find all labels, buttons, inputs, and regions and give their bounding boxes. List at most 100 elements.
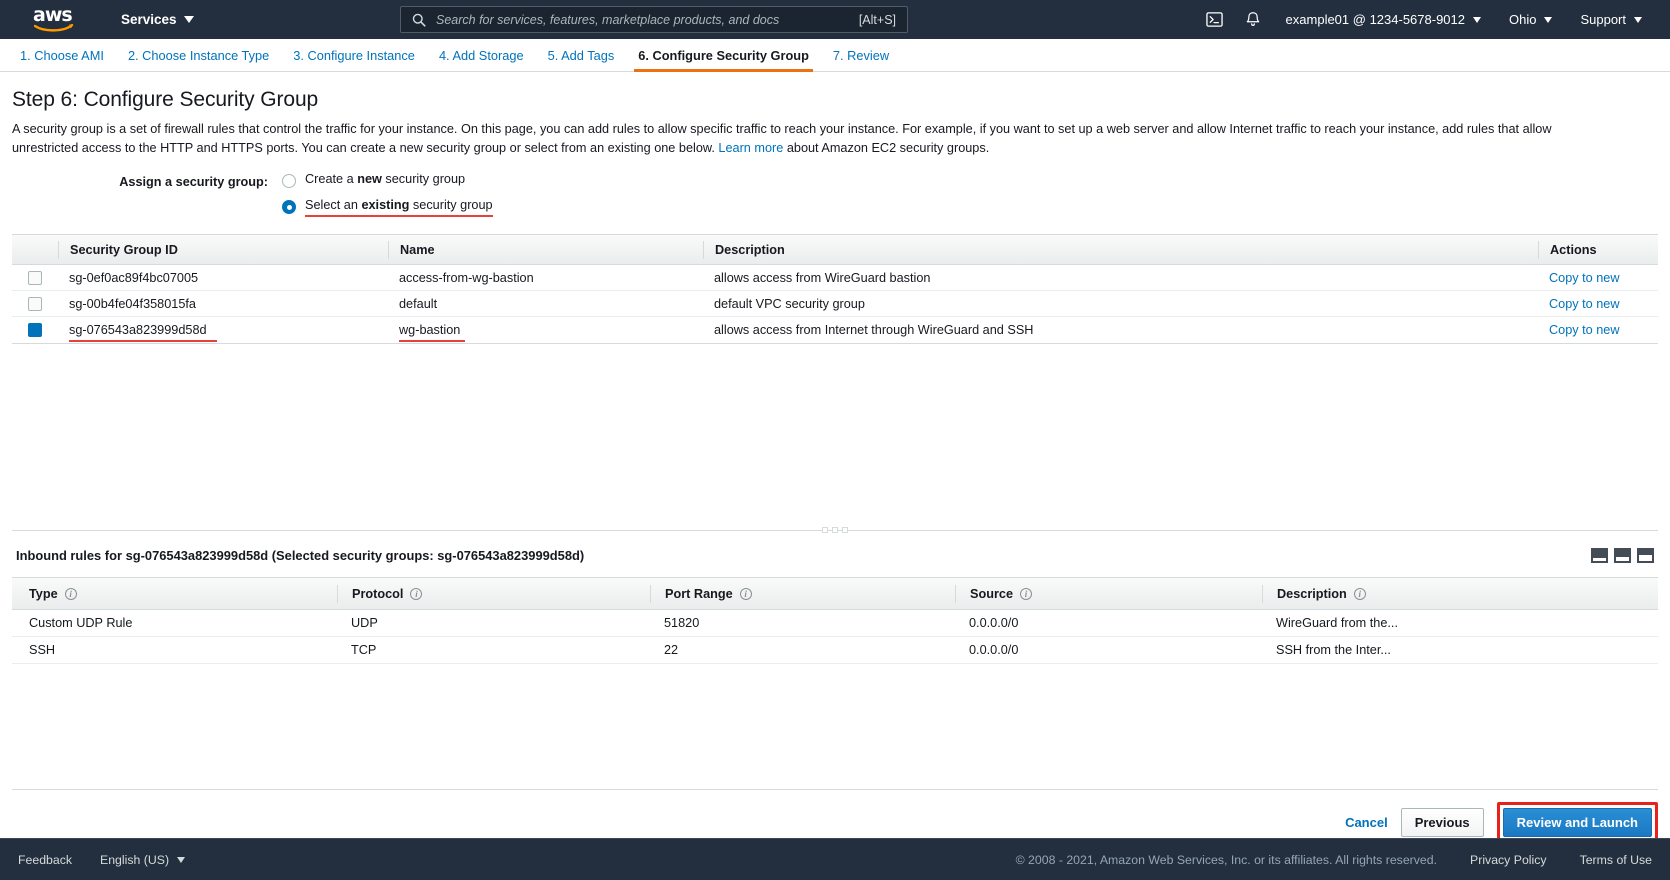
global-search[interactable]: [Alt+S] bbox=[400, 6, 908, 33]
cell-rule-source: 0.0.0.0/0 bbox=[955, 616, 1262, 630]
terminal-icon bbox=[1206, 11, 1223, 28]
layout-toggle-group bbox=[1591, 548, 1654, 563]
layout-split-icon[interactable] bbox=[1614, 548, 1631, 563]
step-tab-1[interactable]: 1. Choose AMI bbox=[8, 39, 116, 72]
radio-label-suffix: security group bbox=[409, 198, 492, 212]
row-checkbox-cell bbox=[12, 271, 58, 285]
feedback-link[interactable]: Feedback bbox=[18, 853, 72, 867]
inbound-rule-row: SSH TCP 22 0.0.0.0/0 SSH from the Inter.… bbox=[12, 637, 1658, 664]
annotation-highlight-box: Review and Launch bbox=[1497, 802, 1658, 843]
annotation-underline bbox=[69, 340, 217, 342]
previous-button[interactable]: Previous bbox=[1401, 808, 1484, 837]
step-tab-label: 2. Choose Instance Type bbox=[128, 48, 269, 63]
cell-security-group-id-text: sg-076543a823999d58d bbox=[69, 323, 207, 337]
step-tab-label: 3. Configure Instance bbox=[293, 48, 415, 63]
chevron-down-icon bbox=[1544, 17, 1552, 23]
column-header-rule-description-label: Description bbox=[1277, 587, 1347, 601]
cloudshell-button[interactable] bbox=[1196, 0, 1234, 39]
radio-create-new-security-group[interactable]: Create a new security group bbox=[282, 172, 493, 188]
cancel-button[interactable]: Cancel bbox=[1345, 815, 1388, 830]
radio-create-new-label: Create a new security group bbox=[305, 172, 465, 186]
layout-bottom-icon[interactable] bbox=[1591, 548, 1608, 563]
region-menu[interactable]: Ohio bbox=[1495, 0, 1566, 39]
radio-select-existing-security-group[interactable]: Select an existing security group bbox=[282, 198, 493, 214]
cell-rule-port-range: 51820 bbox=[650, 616, 955, 630]
radio-label-prefix: Create a bbox=[305, 172, 357, 186]
search-input[interactable] bbox=[436, 13, 859, 27]
chevron-down-icon bbox=[184, 16, 194, 23]
row-checkbox-cell bbox=[12, 323, 58, 337]
radio-label-suffix: security group bbox=[382, 172, 465, 186]
copy-to-new-link[interactable]: Copy to new bbox=[1538, 271, 1658, 285]
step-tab-3[interactable]: 3. Configure Instance bbox=[281, 39, 427, 72]
row-checkbox[interactable] bbox=[28, 271, 42, 285]
radio-label-bold: existing bbox=[361, 198, 409, 212]
page-description: A security group is a set of firewall ru… bbox=[12, 120, 1558, 157]
page-title: Step 6: Configure Security Group bbox=[12, 88, 1658, 112]
column-header-security-group-id[interactable]: Security Group ID bbox=[58, 241, 388, 259]
row-checkbox-cell bbox=[12, 297, 58, 311]
step-tab-5[interactable]: 5. Add Tags bbox=[536, 39, 627, 72]
info-icon[interactable]: i bbox=[1020, 588, 1032, 600]
step-tab-7[interactable]: 7. Review bbox=[821, 39, 901, 72]
layout-top-icon[interactable] bbox=[1637, 548, 1654, 563]
inbound-rules-header: Inbound rules for sg-076543a823999d58d (… bbox=[12, 531, 1658, 577]
row-checkbox[interactable] bbox=[28, 297, 42, 311]
wizard-action-bar: Cancel Previous Review and Launch bbox=[12, 789, 1658, 843]
table-row-selected[interactable]: sg-076543a823999d58d wg-bastion allows a… bbox=[12, 317, 1658, 343]
services-menu[interactable]: Services bbox=[121, 12, 194, 27]
language-selector[interactable]: English (US) bbox=[100, 853, 185, 867]
column-header-source-label: Source bbox=[970, 587, 1013, 601]
account-menu[interactable]: example01 @ 1234-5678-9012 bbox=[1272, 0, 1495, 39]
column-header-port-range: Port Range i bbox=[650, 585, 955, 603]
copy-to-new-link[interactable]: Copy to new bbox=[1538, 297, 1658, 311]
radio-button-unselected-icon[interactable] bbox=[282, 174, 296, 188]
table-row[interactable]: sg-00b4fe04f358015fa default default VPC… bbox=[12, 291, 1658, 317]
cell-rule-type: Custom UDP Rule bbox=[12, 616, 337, 630]
cell-rule-protocol: UDP bbox=[337, 616, 650, 630]
step-tab-label: 6. Configure Security Group bbox=[638, 48, 809, 63]
terms-of-use-link[interactable]: Terms of Use bbox=[1580, 853, 1652, 867]
support-menu[interactable]: Support bbox=[1566, 0, 1656, 39]
review-and-launch-button[interactable]: Review and Launch bbox=[1503, 808, 1652, 837]
account-menu-label: example01 @ 1234-5678-9012 bbox=[1286, 12, 1465, 27]
step-tab-4[interactable]: 4. Add Storage bbox=[427, 39, 536, 72]
info-icon[interactable]: i bbox=[65, 588, 77, 600]
row-checkbox-checked[interactable] bbox=[28, 323, 42, 337]
privacy-policy-link[interactable]: Privacy Policy bbox=[1470, 853, 1547, 867]
notifications-button[interactable] bbox=[1234, 0, 1272, 39]
cell-description: allows access from WireGuard bastion bbox=[703, 271, 1538, 285]
annotation-underline bbox=[305, 215, 493, 217]
column-header-actions: Actions bbox=[1538, 241, 1658, 259]
cell-rule-description: WireGuard from the... bbox=[1262, 616, 1658, 630]
step-tab-label: 1. Choose AMI bbox=[20, 48, 104, 63]
step-tab-2[interactable]: 2. Choose Instance Type bbox=[116, 39, 281, 72]
table-row[interactable]: sg-0ef0ac89f4bc07005 access-from-wg-bast… bbox=[12, 265, 1658, 291]
column-header-source: Sourcei bbox=[955, 585, 1262, 603]
aws-logo[interactable]: aws bbox=[33, 7, 75, 33]
splitter-grip-icon[interactable] bbox=[822, 527, 848, 533]
language-selector-label: English (US) bbox=[100, 853, 169, 867]
info-icon[interactable]: i bbox=[410, 588, 422, 600]
step-tab-6[interactable]: 6. Configure Security Group bbox=[626, 39, 821, 72]
inbound-rules-table-header: Typei Protocoli Port Rangei Sourcei Desc… bbox=[12, 578, 1658, 610]
panel-splitter[interactable] bbox=[12, 530, 1658, 531]
support-menu-label: Support bbox=[1580, 12, 1626, 27]
info-icon[interactable]: i bbox=[1354, 588, 1366, 600]
cell-rule-port-range: 22 bbox=[650, 643, 955, 657]
info-icon[interactable]: i bbox=[740, 588, 752, 600]
column-header-description[interactable]: Description bbox=[703, 241, 1538, 259]
cell-description: default VPC security group bbox=[703, 297, 1538, 311]
chevron-down-icon bbox=[1634, 17, 1642, 23]
radio-button-selected-icon[interactable] bbox=[282, 200, 296, 214]
step-tab-label: 5. Add Tags bbox=[548, 48, 615, 63]
column-header-rule-description: Description i bbox=[1262, 585, 1658, 603]
learn-more-link[interactable]: Learn more bbox=[718, 141, 783, 155]
column-header-port-range-label: Port Range bbox=[665, 587, 733, 601]
copyright-text: © 2008 - 2021, Amazon Web Services, Inc.… bbox=[1016, 853, 1437, 867]
cell-rule-description: SSH from the Inter... bbox=[1262, 643, 1658, 657]
cell-name: access-from-wg-bastion bbox=[388, 271, 703, 285]
column-header-type-label: Type bbox=[29, 587, 58, 601]
column-header-name[interactable]: Name bbox=[388, 241, 703, 259]
copy-to-new-link[interactable]: Copy to new bbox=[1538, 323, 1658, 337]
